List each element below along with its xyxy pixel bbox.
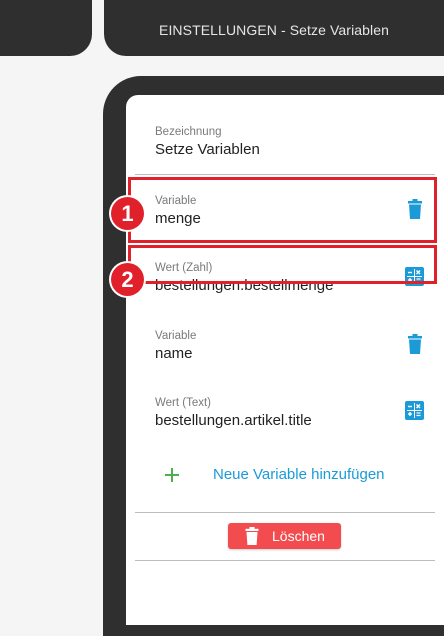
add-variable-button[interactable]: Neue Variable hinzufügen — [163, 466, 443, 490]
topbar: EINSTELLUNGEN - Setze Variablen — [104, 0, 444, 56]
add-variable-label: Neue Variable hinzufügen — [213, 466, 385, 483]
trash-icon[interactable] — [407, 334, 423, 354]
name-field-value[interactable]: Setze Variablen — [155, 140, 260, 160]
divider — [135, 174, 435, 175]
divider — [135, 560, 435, 561]
trash-icon — [245, 527, 259, 545]
variable-field-label: Variable — [155, 330, 197, 342]
value-field-value[interactable]: bestellungen.artikel.title — [155, 411, 312, 431]
settings-panel: Bezeichnung Setze Variablen Variable men… — [126, 95, 444, 625]
divider — [135, 512, 435, 513]
step-marker-1: 1 — [111, 197, 144, 230]
variable-field-value[interactable]: name — [155, 344, 196, 364]
highlight-box-1 — [128, 177, 437, 243]
delete-button-label: Löschen — [272, 528, 325, 544]
page-title: EINSTELLUNGEN - Setze Variablen — [159, 22, 390, 38]
plus-icon — [165, 468, 179, 482]
delete-button[interactable]: Löschen — [228, 523, 341, 549]
calculator-icon[interactable] — [405, 401, 424, 420]
value-field-label: Wert (Text) — [155, 397, 212, 409]
value-field-2[interactable]: Wert (Text) bestellungen.artikel.title — [155, 396, 312, 431]
highlight-box-2 — [128, 245, 437, 284]
name-field[interactable]: Bezeichnung Setze Variablen — [155, 125, 260, 160]
name-field-label: Bezeichnung — [155, 126, 222, 138]
variable-field-2[interactable]: Variable name — [155, 329, 196, 364]
step-marker-2: 2 — [111, 263, 144, 296]
topbar-left-panel — [0, 0, 92, 56]
